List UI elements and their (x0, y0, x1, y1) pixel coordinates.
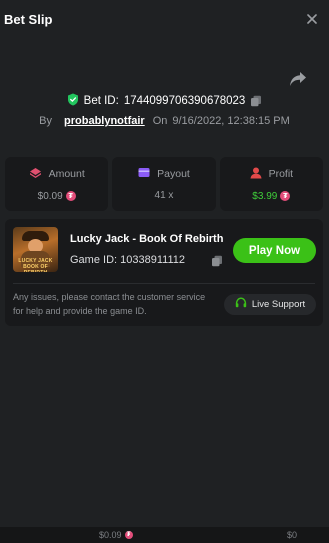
copy-icon[interactable] (211, 254, 223, 267)
page-title: Bet Slip (4, 11, 53, 27)
close-icon[interactable] (303, 10, 321, 28)
currency-coin-icon: ₮ (124, 531, 133, 539)
footer-amount: $0.09 (99, 530, 122, 540)
on-label: On (152, 115, 168, 127)
amount-value: $0.09 (37, 190, 63, 202)
username-link[interactable]: probablynotfair (64, 115, 145, 127)
divider (13, 283, 315, 284)
bet-id-value: 1744099706390678023 (123, 95, 246, 107)
live-support-button[interactable]: Live Support (224, 294, 316, 315)
footer-value-right: $0 (287, 530, 297, 540)
verified-shield-icon (67, 93, 79, 109)
background-list-peek: $0.09 ₮ $0 (0, 527, 329, 543)
thumbnail-caption-2: BOOK OF REBIRTH (23, 264, 48, 272)
currency-coin-icon: ₮ (280, 191, 291, 201)
share-icon[interactable] (289, 71, 307, 87)
amount-header: Amount (29, 167, 85, 182)
game-id-value: 10338911112 (120, 254, 185, 266)
by-label: By (39, 115, 53, 127)
payout-value-row: 41 x (155, 190, 174, 201)
currency-coin-icon: ₮ (65, 191, 76, 201)
profit-value-row: $3.99 ₮ (252, 190, 291, 202)
game-card: LUCKY JACK BOOK OF REBIRTH Lucky Jack - … (5, 219, 323, 326)
profit-label: Profit (268, 168, 294, 180)
bet-meta-row: By probablynotfair On 9/16/2022, 12:38:1… (0, 113, 329, 129)
profit-icon (250, 167, 262, 182)
payout-label: Payout (157, 168, 190, 180)
game-id-label: Game ID: (70, 254, 118, 266)
bet-id-row: Bet ID: 1744099706390678023 (0, 92, 329, 110)
profit-header: Profit (250, 167, 294, 182)
profit-value: $3.99 (252, 190, 278, 202)
footer-amount-right: $0 (287, 530, 298, 540)
profit-card: Profit $3.99 ₮ (219, 157, 323, 211)
headset-icon (235, 297, 247, 312)
copy-icon[interactable] (250, 95, 262, 107)
payout-value: 41 x (154, 190, 174, 201)
game-thumbnail[interactable]: LUCKY JACK BOOK OF REBIRTH (13, 227, 58, 272)
bet-id-label: Bet ID: (83, 95, 119, 107)
bet-datetime: 9/16/2022, 12:38:15 PM (172, 115, 290, 127)
payout-card: Payout 41 x (112, 157, 216, 211)
payout-header: Payout (138, 167, 190, 181)
stats-row: Amount $0.09 ₮ Payout 41 x Profit $3.99 … (5, 157, 323, 211)
play-now-button[interactable]: Play Now (233, 238, 316, 263)
wallet-icon (138, 167, 150, 181)
footer-value-left: $0.09 ₮ (99, 530, 133, 540)
game-title: Lucky Jack - Book Of Rebirth (70, 233, 224, 245)
live-support-label: Live Support (251, 299, 306, 310)
coins-icon (29, 167, 42, 182)
amount-value-row: $0.09 ₮ (38, 191, 76, 202)
amount-label: Amount (48, 168, 85, 180)
amount-card: Amount $0.09 ₮ (5, 157, 109, 211)
bet-slip-header: Bet Slip (0, 0, 329, 38)
game-id: Game ID: 10338911112 (70, 254, 185, 266)
support-note: Any issues, please contact the customer … (13, 292, 206, 316)
